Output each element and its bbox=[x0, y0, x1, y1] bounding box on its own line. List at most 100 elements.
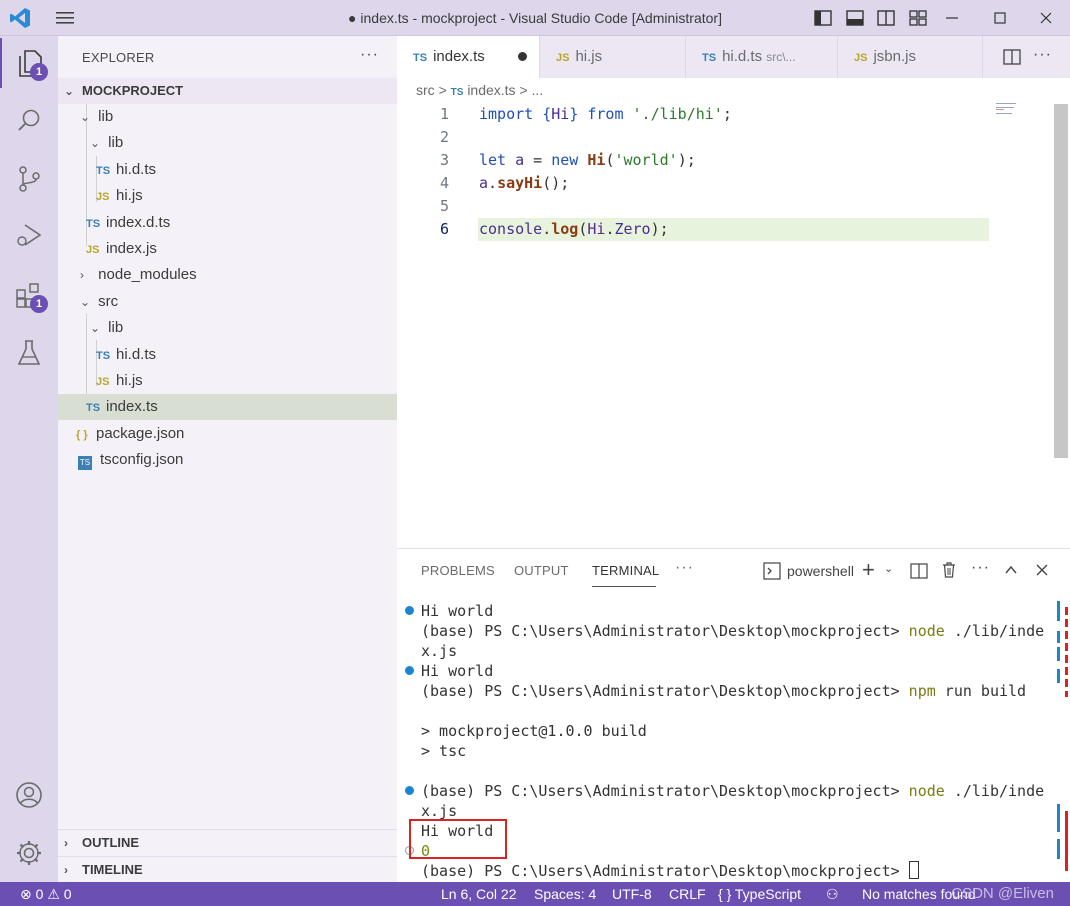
maximize-panel-chevron-up-icon[interactable] bbox=[1003, 562, 1019, 578]
encoding[interactable]: UTF-8 bbox=[612, 882, 652, 906]
breadcrumb-trail[interactable]: > ... bbox=[519, 82, 543, 98]
testing-activity[interactable] bbox=[0, 328, 58, 378]
unsaved-dot-icon[interactable] bbox=[518, 52, 527, 61]
terminal-more-button[interactable]: ··· bbox=[971, 559, 990, 577]
terminal-shell-label[interactable]: powershell bbox=[787, 563, 854, 579]
tab-terminal[interactable]: TERMINAL bbox=[592, 563, 659, 578]
extensions-badge: 1 bbox=[30, 295, 48, 313]
project-title: MOCKPROJECT bbox=[82, 83, 184, 98]
extensions-activity[interactable]: 1 bbox=[0, 270, 58, 320]
end-of-line[interactable]: CRLF bbox=[669, 882, 706, 906]
command-decoration-icon[interactable] bbox=[405, 666, 414, 675]
flask-icon bbox=[17, 340, 41, 365]
toggle-sidebar-icon[interactable] bbox=[813, 8, 833, 28]
close-panel-icon[interactable] bbox=[1034, 562, 1050, 578]
typescript-file-icon: TS bbox=[413, 52, 428, 64]
code-line[interactable]: console.log(Hi.Zero); bbox=[479, 218, 669, 241]
close-window-icon[interactable] bbox=[1036, 8, 1056, 28]
tab-output[interactable]: OUTPUT bbox=[514, 563, 569, 578]
typescript-file-icon: TS bbox=[450, 87, 464, 98]
new-terminal-plus-icon[interactable]: + bbox=[862, 557, 875, 583]
tab-hi-js[interactable]: JS hi.js bbox=[540, 36, 686, 78]
command-decoration-icon[interactable] bbox=[405, 606, 414, 615]
terminal-line: Hi world bbox=[421, 602, 494, 620]
terminal-cursor bbox=[908, 861, 919, 879]
indentation[interactable]: Spaces: 4 bbox=[534, 882, 596, 906]
run-debug-activity[interactable] bbox=[0, 210, 58, 260]
tab-jsbn-js[interactable]: JS jsbn.js bbox=[838, 36, 983, 78]
cursor-position[interactable]: Ln 6, Col 22 bbox=[441, 882, 517, 906]
terminal-line: > tsc bbox=[421, 742, 467, 760]
gear-icon bbox=[17, 841, 41, 865]
explorer-activity[interactable]: 1 bbox=[0, 38, 58, 88]
typescript-file-icon: TS bbox=[96, 350, 111, 362]
explorer-more-button[interactable]: ··· bbox=[360, 46, 379, 64]
tree-file-lib-index-js[interactable]: JS index.js bbox=[58, 236, 397, 262]
tsconfig-file-icon: TS bbox=[78, 456, 92, 470]
code-editor[interactable]: 1 2 3 4 5 6 import {Hi} from './lib/hi'; let a … bbox=[397, 100, 1070, 548]
tree-folder-src[interactable]: ⌄ src bbox=[58, 289, 397, 315]
split-editor-icon[interactable] bbox=[1002, 47, 1022, 67]
copilot-icon[interactable]: ⚇ bbox=[826, 882, 839, 906]
tab-problems[interactable]: PROBLEMS bbox=[421, 563, 495, 578]
toggle-panel-icon[interactable] bbox=[845, 8, 865, 28]
panel-more-button[interactable]: ··· bbox=[675, 559, 694, 577]
breadcrumb-separator: > bbox=[438, 82, 447, 98]
highlight-box bbox=[409, 819, 507, 859]
breadcrumb: src > TS index.ts > ... bbox=[416, 82, 543, 98]
terminal-line: > mockproject@1.0.0 build bbox=[421, 722, 647, 740]
split-terminal-icon[interactable] bbox=[910, 562, 928, 580]
terminal-line: Hi world bbox=[421, 662, 494, 680]
toggle-secondary-sidebar-icon[interactable] bbox=[876, 8, 896, 28]
tree-file-src-index-ts[interactable]: TS index.ts bbox=[58, 394, 397, 420]
tree-file-lib-index-d-ts[interactable]: TS index.d.ts bbox=[58, 210, 397, 236]
source-control-icon bbox=[19, 166, 40, 192]
line-number: 1 bbox=[439, 105, 449, 123]
typescript-file-icon: TS bbox=[702, 52, 717, 64]
code-line[interactable]: a.sayHi(); bbox=[479, 172, 569, 195]
code-line[interactable]: import {Hi} from './lib/hi'; bbox=[479, 103, 732, 126]
minimize-icon[interactable] bbox=[942, 8, 962, 28]
breadcrumb-folder[interactable]: src bbox=[416, 82, 435, 98]
terminal-line: (base) PS C:\Users\Administrator\Desktop… bbox=[421, 861, 919, 881]
trash-icon[interactable] bbox=[940, 561, 958, 579]
source-control-activity[interactable] bbox=[0, 154, 58, 204]
account-icon bbox=[16, 782, 42, 808]
editor-scrollbar[interactable] bbox=[1054, 104, 1068, 458]
chevron-down-icon[interactable]: ⌄ bbox=[884, 562, 893, 575]
terminal-line: (base) PS C:\Users\Administrator\Desktop… bbox=[421, 782, 1045, 800]
command-decoration-icon[interactable] bbox=[405, 786, 414, 795]
typescript-file-icon: TS bbox=[96, 165, 111, 177]
tree-file-src-lib-hi-d-ts[interactable]: TS hi.d.ts bbox=[58, 342, 397, 368]
tab-hi-d-ts[interactable]: TS hi.d.ts src\... bbox=[686, 36, 838, 78]
breadcrumb-file[interactable]: index.ts bbox=[467, 82, 515, 98]
project-section[interactable]: ⌄ MOCKPROJECT bbox=[58, 78, 397, 104]
problems-status[interactable]: ⊗ 0 ⚠ 0 bbox=[20, 882, 72, 906]
outline-section[interactable]: › OUTLINE bbox=[58, 829, 397, 855]
manage-activity[interactable] bbox=[0, 828, 58, 878]
terminal-line: (base) PS C:\Users\Administrator\Desktop… bbox=[421, 682, 1027, 700]
tree-file-src-lib-hi-js[interactable]: JS hi.js bbox=[58, 368, 397, 394]
editor-more-button[interactable]: ··· bbox=[1033, 46, 1052, 64]
javascript-file-icon: JS bbox=[86, 244, 100, 256]
search-activity[interactable] bbox=[0, 96, 58, 146]
customize-layout-icon[interactable] bbox=[908, 8, 928, 28]
tree-file-lib-lib-hi-d-ts[interactable]: TS hi.d.ts bbox=[58, 157, 397, 183]
language-mode[interactable]: { } TypeScript bbox=[718, 882, 801, 906]
tree-file-tsconfig-json[interactable]: TS tsconfig.json bbox=[58, 447, 397, 473]
run-debug-icon bbox=[17, 224, 42, 246]
code-line[interactable]: let a = new Hi('world'); bbox=[479, 149, 696, 172]
tab-index-ts[interactable]: TS index.ts bbox=[397, 36, 540, 78]
timeline-section[interactable]: › TIMELINE bbox=[58, 856, 397, 882]
accounts-activity[interactable] bbox=[0, 770, 58, 820]
tree-file-lib-lib-hi-js[interactable]: JS hi.js bbox=[58, 183, 397, 209]
minimap[interactable] bbox=[996, 102, 1026, 120]
tree-folder-lib-lib[interactable]: ⌄ lib bbox=[58, 130, 397, 156]
tree-folder-lib[interactable]: ⌄ lib bbox=[58, 104, 397, 130]
tree-folder-src-lib[interactable]: ⌄ lib bbox=[58, 315, 397, 341]
maximize-icon[interactable] bbox=[990, 8, 1010, 28]
error-icon: ⊗ bbox=[20, 886, 32, 902]
activity-bar: 1 1 bbox=[0, 36, 58, 882]
tree-folder-node-modules[interactable]: › node_modules bbox=[58, 262, 397, 288]
tree-file-package-json[interactable]: { } package.json bbox=[58, 421, 397, 447]
